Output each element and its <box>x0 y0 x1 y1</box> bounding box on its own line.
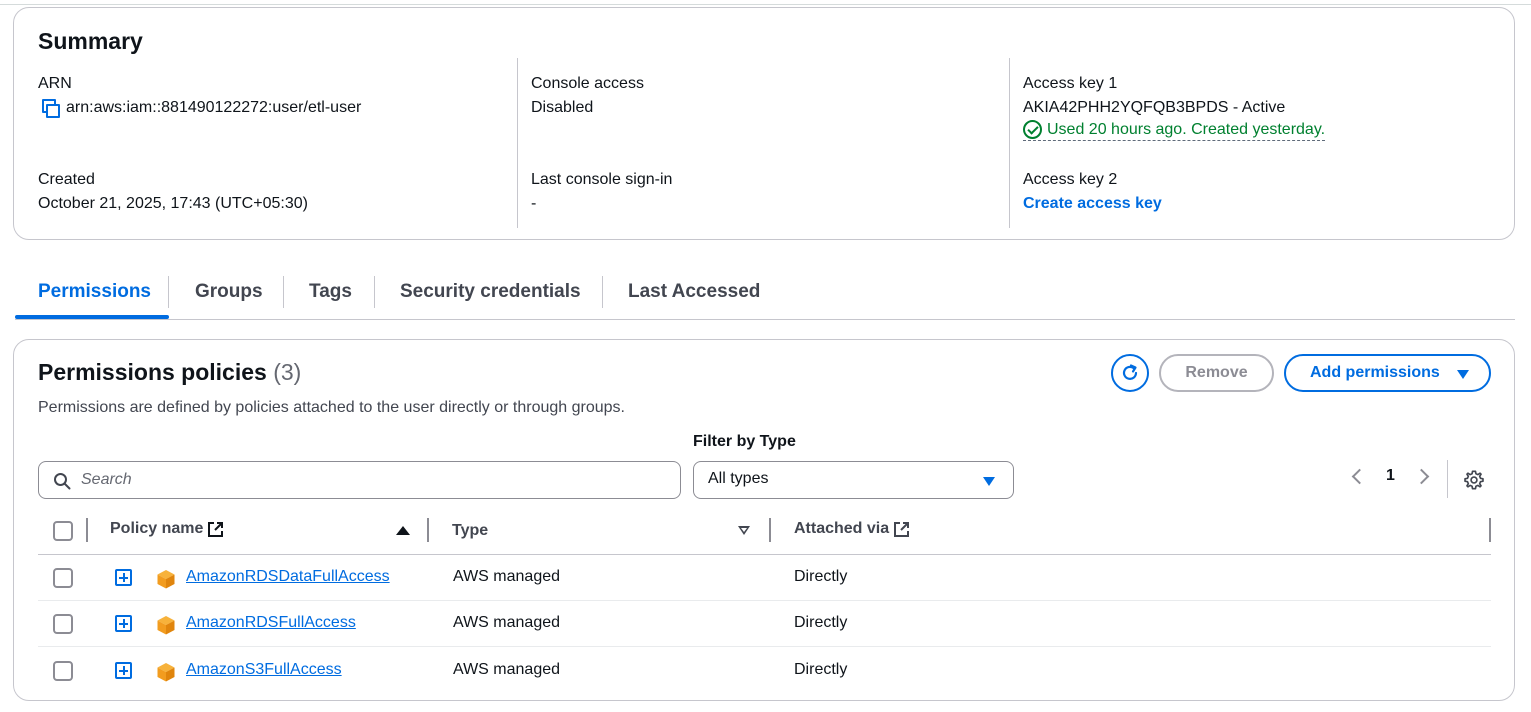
policy-type: AWS managed <box>453 614 561 631</box>
add-permissions-label: Add permissions <box>1310 364 1440 381</box>
top-divider <box>0 4 1531 5</box>
column-policy-name[interactable]: Policy name <box>110 520 224 538</box>
caret-down-icon <box>1457 370 1469 379</box>
table-row: AmazonRDSDataFullAccess AWS managed Dire… <box>38 555 1491 601</box>
permissions-description: Permissions are defined by policies atta… <box>38 399 625 416</box>
refresh-button[interactable] <box>1111 354 1149 392</box>
tab-separator <box>374 276 375 308</box>
policy-name-link[interactable]: AmazonS3FullAccess <box>186 661 342 679</box>
access-key1-label: Access key 1 <box>1023 75 1118 92</box>
row-checkbox[interactable] <box>53 661 73 681</box>
arn-label: ARN <box>38 75 72 92</box>
policy-type: AWS managed <box>453 568 561 585</box>
permissions-count: (3) <box>273 359 302 385</box>
arn-value: arn:aws:iam::881490122272:user/etl-user <box>66 99 362 116</box>
chevron-right-icon[interactable] <box>1413 468 1430 485</box>
chevron-left-icon[interactable] <box>1351 468 1368 485</box>
permissions-title-text: Permissions policies <box>38 359 267 385</box>
column-separator <box>86 518 88 542</box>
tab-separator <box>602 276 603 308</box>
refresh-icon <box>1122 364 1138 380</box>
policy-name-link[interactable]: AmazonRDSFullAccess <box>186 614 356 632</box>
console-access-value: Disabled <box>531 99 594 116</box>
column-type-label: Type <box>452 522 489 539</box>
filter-type-select[interactable]: All types <box>693 461 1014 499</box>
access-key1-value: AKIA42PHH2YQFQB3BPDS - Active <box>1023 99 1286 116</box>
column-type[interactable]: Type <box>452 522 488 540</box>
create-access-key-link[interactable]: Create access key <box>1023 192 1162 216</box>
check-circle-icon <box>1023 120 1042 139</box>
tab-groups[interactable]: Groups <box>195 272 263 320</box>
page-number[interactable]: 1 <box>1386 467 1395 485</box>
summary-column-3: Access key 1 AKIA42PHH2YQFQB3BPDS - Acti… <box>1009 58 1499 228</box>
row-checkbox[interactable] <box>53 568 73 588</box>
filter-by-type-label: Filter by Type <box>693 433 796 450</box>
expand-plus-icon[interactable] <box>115 662 132 679</box>
column-attached-via[interactable]: Attached via <box>794 520 910 538</box>
console-access-label: Console access <box>531 75 644 92</box>
access-key1-status-text: Used 20 hours ago. Created yesterday. <box>1047 120 1326 138</box>
policy-cube-icon <box>157 663 175 682</box>
tab-bar: Permissions Groups Tags Security credent… <box>15 272 1515 320</box>
attached-via: Directly <box>794 661 848 678</box>
search-icon <box>54 473 71 490</box>
last-signin-value: - <box>531 195 537 212</box>
created-label: Created <box>38 171 95 188</box>
column-policy-name-label: Policy name <box>110 520 204 537</box>
tab-separator <box>168 276 169 308</box>
last-signin-label: Last console sign-in <box>531 171 673 188</box>
column-attached-via-label: Attached via <box>794 520 890 537</box>
created-value: October 21, 2025, 17:43 (UTC+05:30) <box>38 195 308 212</box>
access-key2-label: Access key 2 <box>1023 171 1118 188</box>
active-tab-indicator <box>15 315 169 319</box>
policy-type: AWS managed <box>453 661 561 678</box>
summary-column-1: ARN arn:aws:iam::881490122272:user/etl-u… <box>38 58 518 228</box>
row-checkbox[interactable] <box>53 614 73 634</box>
remove-button[interactable]: Remove <box>1159 354 1274 392</box>
policy-cube-icon <box>157 570 175 589</box>
search-field[interactable] <box>38 461 681 499</box>
copy-icon[interactable] <box>38 97 60 119</box>
expand-plus-icon[interactable] <box>115 569 132 586</box>
attached-via: Directly <box>794 568 848 585</box>
table-header: Policy name Type Attached via <box>38 513 1491 555</box>
permissions-panel: Permissions policies (3) Permissions are… <box>13 339 1515 701</box>
table-row: AmazonS3FullAccess AWS managed Directly <box>38 648 1491 694</box>
tab-security-credentials[interactable]: Security credentials <box>400 272 581 320</box>
caret-down-icon <box>983 477 995 486</box>
policy-name-link[interactable]: AmazonRDSDataFullAccess <box>186 568 390 586</box>
table-row: AmazonRDSFullAccess AWS managed Directly <box>38 601 1491 647</box>
column-separator <box>427 518 429 542</box>
sort-ascending-icon[interactable] <box>396 526 410 535</box>
external-link-icon <box>894 521 910 537</box>
external-link-icon <box>208 521 224 537</box>
tab-tags[interactable]: Tags <box>309 272 352 320</box>
pagination: 1 <box>1344 465 1444 495</box>
sort-descending-icon[interactable] <box>738 526 750 535</box>
tab-separator <box>283 276 284 308</box>
summary-column-2: Console access Disabled Last console sig… <box>517 58 1009 228</box>
column-separator <box>1489 518 1491 542</box>
expand-plus-icon[interactable] <box>115 615 132 632</box>
access-key1-status[interactable]: Used 20 hours ago. Created yesterday. <box>1023 120 1326 141</box>
tab-permissions[interactable]: Permissions <box>38 272 151 320</box>
column-separator <box>769 518 771 542</box>
filter-type-value: All types <box>708 470 769 487</box>
permissions-title: Permissions policies (3) <box>38 359 301 386</box>
attached-via: Directly <box>794 614 848 631</box>
add-permissions-button[interactable]: Add permissions <box>1284 354 1491 392</box>
summary-title: Summary <box>38 28 143 54</box>
policy-cube-icon <box>157 616 175 635</box>
select-all-checkbox[interactable] <box>53 521 73 541</box>
tab-last-accessed[interactable]: Last Accessed <box>628 272 760 320</box>
gear-icon[interactable] <box>1463 469 1485 491</box>
pagination-divider <box>1447 460 1448 498</box>
search-input[interactable] <box>81 468 661 492</box>
summary-panel: Summary ARN arn:aws:iam::881490122272:us… <box>13 7 1515 240</box>
